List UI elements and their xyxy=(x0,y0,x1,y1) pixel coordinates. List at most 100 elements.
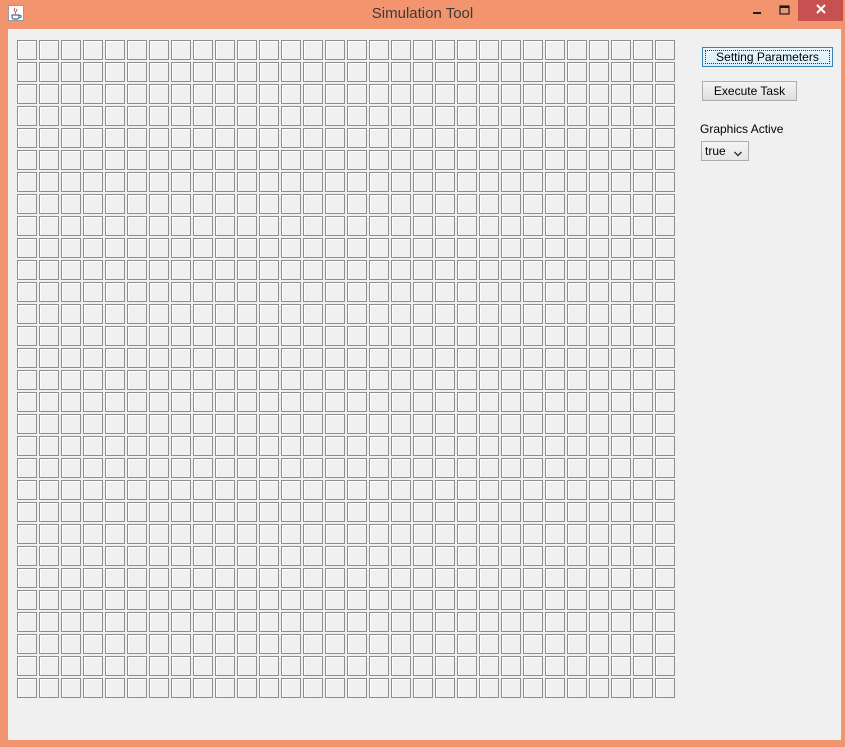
grid-cell[interactable] xyxy=(633,348,653,368)
grid-cell[interactable] xyxy=(193,414,213,434)
grid-cell[interactable] xyxy=(303,304,323,324)
minimize-button[interactable] xyxy=(743,0,771,21)
grid-cell[interactable] xyxy=(369,546,389,566)
grid-cell[interactable] xyxy=(39,238,59,258)
grid-cell[interactable] xyxy=(171,348,191,368)
grid-cell[interactable] xyxy=(193,392,213,412)
grid-cell[interactable] xyxy=(149,590,169,610)
grid-cell[interactable] xyxy=(61,84,81,104)
grid-cell[interactable] xyxy=(83,370,103,390)
grid-cell[interactable] xyxy=(17,62,37,82)
grid-cell[interactable] xyxy=(17,40,37,60)
grid-cell[interactable] xyxy=(17,260,37,280)
grid-cell[interactable] xyxy=(501,260,521,280)
grid-cell[interactable] xyxy=(391,656,411,676)
grid-cell[interactable] xyxy=(501,150,521,170)
grid-cell[interactable] xyxy=(391,590,411,610)
grid-cell[interactable] xyxy=(281,128,301,148)
grid-cell[interactable] xyxy=(281,546,301,566)
grid-cell[interactable] xyxy=(413,172,433,192)
grid-cell[interactable] xyxy=(567,150,587,170)
grid-cell[interactable] xyxy=(435,612,455,632)
grid-cell[interactable] xyxy=(655,656,675,676)
grid-cell[interactable] xyxy=(347,216,367,236)
grid-cell[interactable] xyxy=(391,238,411,258)
grid-cell[interactable] xyxy=(391,62,411,82)
grid-cell[interactable] xyxy=(83,524,103,544)
grid-cell[interactable] xyxy=(611,282,631,302)
grid-cell[interactable] xyxy=(17,348,37,368)
grid-cell[interactable] xyxy=(589,238,609,258)
grid-cell[interactable] xyxy=(105,260,125,280)
grid-cell[interactable] xyxy=(61,568,81,588)
grid-cell[interactable] xyxy=(369,370,389,390)
grid-cell[interactable] xyxy=(303,634,323,654)
grid-cell[interactable] xyxy=(17,216,37,236)
grid-cell[interactable] xyxy=(193,568,213,588)
grid-cell[interactable] xyxy=(325,568,345,588)
grid-cell[interactable] xyxy=(171,502,191,522)
grid-cell[interactable] xyxy=(303,568,323,588)
grid-cell[interactable] xyxy=(237,304,257,324)
grid-cell[interactable] xyxy=(457,326,477,346)
grid-cell[interactable] xyxy=(127,172,147,192)
grid-cell[interactable] xyxy=(479,480,499,500)
grid-cell[interactable] xyxy=(39,62,59,82)
grid-cell[interactable] xyxy=(61,546,81,566)
grid-cell[interactable] xyxy=(435,392,455,412)
grid-cell[interactable] xyxy=(413,128,433,148)
grid-cell[interactable] xyxy=(457,106,477,126)
grid-cell[interactable] xyxy=(325,502,345,522)
grid-cell[interactable] xyxy=(281,238,301,258)
grid-cell[interactable] xyxy=(567,436,587,456)
grid-cell[interactable] xyxy=(193,106,213,126)
grid-cell[interactable] xyxy=(215,612,235,632)
grid-cell[interactable] xyxy=(435,656,455,676)
grid-cell[interactable] xyxy=(545,590,565,610)
grid-cell[interactable] xyxy=(435,436,455,456)
grid-cell[interactable] xyxy=(325,194,345,214)
grid-cell[interactable] xyxy=(127,216,147,236)
grid-cell[interactable] xyxy=(17,304,37,324)
grid-cell[interactable] xyxy=(325,436,345,456)
grid-cell[interactable] xyxy=(83,260,103,280)
grid-cell[interactable] xyxy=(303,326,323,346)
grid-cell[interactable] xyxy=(457,370,477,390)
grid-cell[interactable] xyxy=(391,370,411,390)
grid-cell[interactable] xyxy=(369,568,389,588)
grid-cell[interactable] xyxy=(105,128,125,148)
grid-cell[interactable] xyxy=(171,216,191,236)
grid-cell[interactable] xyxy=(61,238,81,258)
grid-cell[interactable] xyxy=(215,260,235,280)
grid-cell[interactable] xyxy=(413,502,433,522)
grid-cell[interactable] xyxy=(347,480,367,500)
grid-cell[interactable] xyxy=(413,612,433,632)
grid-cell[interactable] xyxy=(281,590,301,610)
grid-cell[interactable] xyxy=(237,260,257,280)
grid-cell[interactable] xyxy=(325,172,345,192)
grid-cell[interactable] xyxy=(259,150,279,170)
grid-cell[interactable] xyxy=(83,656,103,676)
grid-cell[interactable] xyxy=(501,62,521,82)
grid-cell[interactable] xyxy=(589,634,609,654)
grid-cell[interactable] xyxy=(611,150,631,170)
grid-cell[interactable] xyxy=(655,634,675,654)
grid-cell[interactable] xyxy=(479,150,499,170)
grid-cell[interactable] xyxy=(457,150,477,170)
grid-cell[interactable] xyxy=(281,436,301,456)
grid-cell[interactable] xyxy=(83,106,103,126)
grid-cell[interactable] xyxy=(435,348,455,368)
grid-cell[interactable] xyxy=(237,62,257,82)
grid-cell[interactable] xyxy=(105,304,125,324)
grid-cell[interactable] xyxy=(523,238,543,258)
grid-cell[interactable] xyxy=(61,678,81,698)
grid-cell[interactable] xyxy=(369,128,389,148)
grid-cell[interactable] xyxy=(369,40,389,60)
grid-cell[interactable] xyxy=(325,656,345,676)
grid-cell[interactable] xyxy=(501,238,521,258)
grid-cell[interactable] xyxy=(479,216,499,236)
grid-cell[interactable] xyxy=(457,84,477,104)
grid-cell[interactable] xyxy=(17,502,37,522)
grid-cell[interactable] xyxy=(303,656,323,676)
grid-cell[interactable] xyxy=(325,128,345,148)
